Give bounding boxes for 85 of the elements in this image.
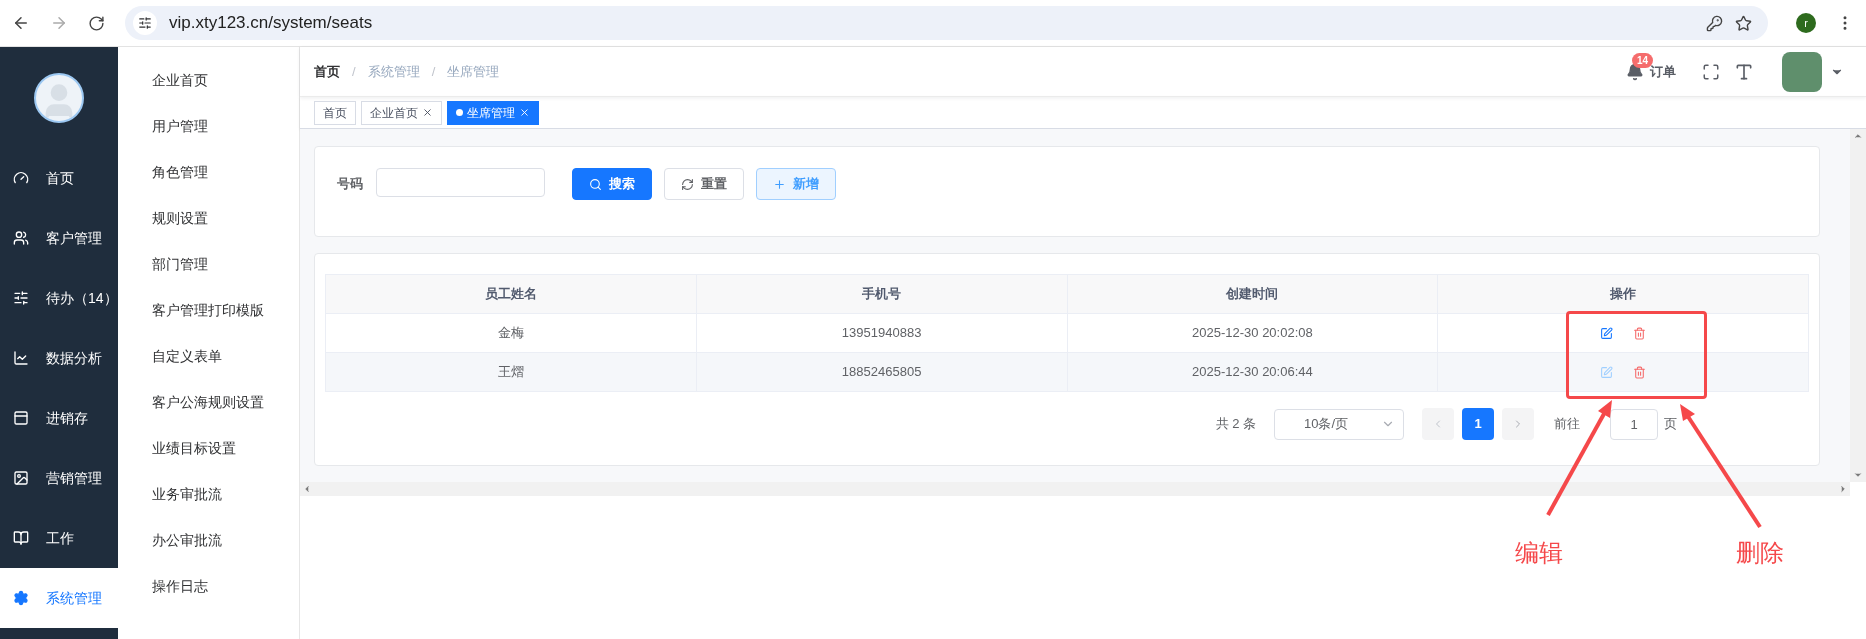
scroll-left-icon[interactable] xyxy=(302,484,312,494)
horizontal-scrollbar[interactable] xyxy=(300,482,1850,496)
bookmark-star-icon[interactable] xyxy=(1735,14,1752,32)
submenu-item[interactable]: 业务审批流 xyxy=(152,471,299,517)
submenu-item[interactable]: 规则设置 xyxy=(152,195,299,241)
submenu-item[interactable]: 自定义表单 xyxy=(152,333,299,379)
table-cell: 王熠 xyxy=(325,352,697,392)
breadcrumb-item[interactable]: 首页 xyxy=(314,61,340,82)
column-header: 手机号 xyxy=(696,274,1067,314)
table-cell: 18852465805 xyxy=(696,352,1067,392)
plus-icon xyxy=(773,177,786,191)
url-text: vip.xty123.cn/system/seats xyxy=(169,12,373,35)
close-icon[interactable] xyxy=(519,107,530,118)
line-chart-icon xyxy=(13,350,29,366)
submenu-item[interactable]: 操作日志 xyxy=(152,563,299,609)
edit-icon[interactable] xyxy=(1600,326,1614,340)
sidebar-item[interactable]: 客户管理 xyxy=(0,208,118,268)
address-bar[interactable]: vip.xty123.cn/system/seats xyxy=(125,6,1768,40)
page-tag[interactable]: 首页 xyxy=(314,100,356,125)
submenu-item[interactable]: 客户管理打印模版 xyxy=(152,287,299,333)
site-info-icon[interactable] xyxy=(133,11,157,35)
column-header: 创建时间 xyxy=(1067,274,1438,314)
gauge-icon xyxy=(13,170,29,186)
page-number-button[interactable]: 1 xyxy=(1462,408,1494,440)
window-icon xyxy=(13,410,29,426)
submenu-item[interactable]: 业绩目标设置 xyxy=(152,425,299,471)
page-suffix: 页 xyxy=(1664,415,1677,434)
page-size-select[interactable]: 10条/页 xyxy=(1274,408,1404,440)
field-label: 号码 xyxy=(337,175,363,194)
page-tag[interactable]: 坐席管理 xyxy=(447,100,539,125)
page-tag[interactable]: 企业首页 xyxy=(361,100,442,125)
breadcrumb-item: 坐席管理 xyxy=(447,62,500,81)
action-button[interactable]: 搜索 xyxy=(572,168,652,200)
sidebar-item[interactable]: 工作 xyxy=(0,508,118,568)
breadcrumb-separator: / xyxy=(352,62,356,81)
column-header: 操作 xyxy=(1437,274,1809,314)
submenu-item[interactable]: 角色管理 xyxy=(152,149,299,195)
submenu-item[interactable]: 办公审批流 xyxy=(152,517,299,563)
profile-avatar[interactable]: r xyxy=(1796,13,1816,33)
submenu-item[interactable]: 企业首页 xyxy=(152,57,299,103)
key-icon[interactable] xyxy=(1706,14,1723,32)
sidebar-item[interactable]: 待办（14） xyxy=(0,268,118,328)
annotation-label: 编辑 xyxy=(1515,538,1563,568)
forward-icon[interactable] xyxy=(50,14,68,32)
back-icon[interactable] xyxy=(12,14,30,32)
total-count: 共 2 条 xyxy=(1215,415,1256,434)
book-icon xyxy=(13,530,29,546)
search-icon xyxy=(589,177,602,191)
close-icon[interactable] xyxy=(422,107,433,118)
fullscreen-icon[interactable] xyxy=(1702,62,1720,81)
scroll-up-icon[interactable] xyxy=(1853,131,1863,141)
table-cell: 2025-12-30 20:06:44 xyxy=(1067,352,1438,392)
users-icon xyxy=(13,230,29,246)
submenu-item[interactable]: 用户管理 xyxy=(152,103,299,149)
phone-number-field[interactable] xyxy=(376,168,545,197)
sidebar-item[interactable]: 首页 xyxy=(0,148,118,208)
trash-icon[interactable] xyxy=(1633,365,1647,379)
settings-icon xyxy=(13,590,29,606)
image-icon xyxy=(13,470,29,486)
sidebar-item[interactable]: 进销存 xyxy=(0,388,118,448)
vertical-scrollbar[interactable] xyxy=(1850,129,1866,482)
table-cell: 13951940883 xyxy=(696,313,1067,353)
table-cell: 金梅 xyxy=(325,313,697,353)
refresh-icon xyxy=(681,177,694,191)
submenu-item[interactable]: 客户公海规则设置 xyxy=(152,379,299,425)
scroll-right-icon[interactable] xyxy=(1838,484,1848,494)
table-cell: 2025-12-30 20:02:08 xyxy=(1067,313,1438,353)
action-button[interactable]: 重置 xyxy=(664,168,744,200)
goto-label: 前往 xyxy=(1554,415,1580,434)
breadcrumb-item: 系统管理 xyxy=(367,62,420,81)
scroll-down-icon[interactable] xyxy=(1853,470,1863,480)
annotation-label: 删除 xyxy=(1736,538,1784,568)
sidebar-item[interactable]: 数据分析 xyxy=(0,328,118,388)
bell-icon[interactable] xyxy=(1626,62,1644,81)
reload-icon[interactable] xyxy=(88,14,105,32)
breadcrumb-separator: / xyxy=(431,62,436,81)
sliders-icon xyxy=(13,290,29,306)
goto-page-field[interactable]: 1 xyxy=(1610,408,1658,440)
column-header: 员工姓名 xyxy=(325,274,697,314)
user-photo-placeholder[interactable] xyxy=(1782,51,1822,92)
trash-icon[interactable] xyxy=(1633,326,1647,340)
submenu-item[interactable]: 部门管理 xyxy=(152,241,299,287)
avatar-placeholder xyxy=(34,72,84,123)
sidebar-item[interactable]: 系统管理 xyxy=(0,568,118,628)
sidebar-item[interactable]: 营销管理 xyxy=(0,448,118,508)
